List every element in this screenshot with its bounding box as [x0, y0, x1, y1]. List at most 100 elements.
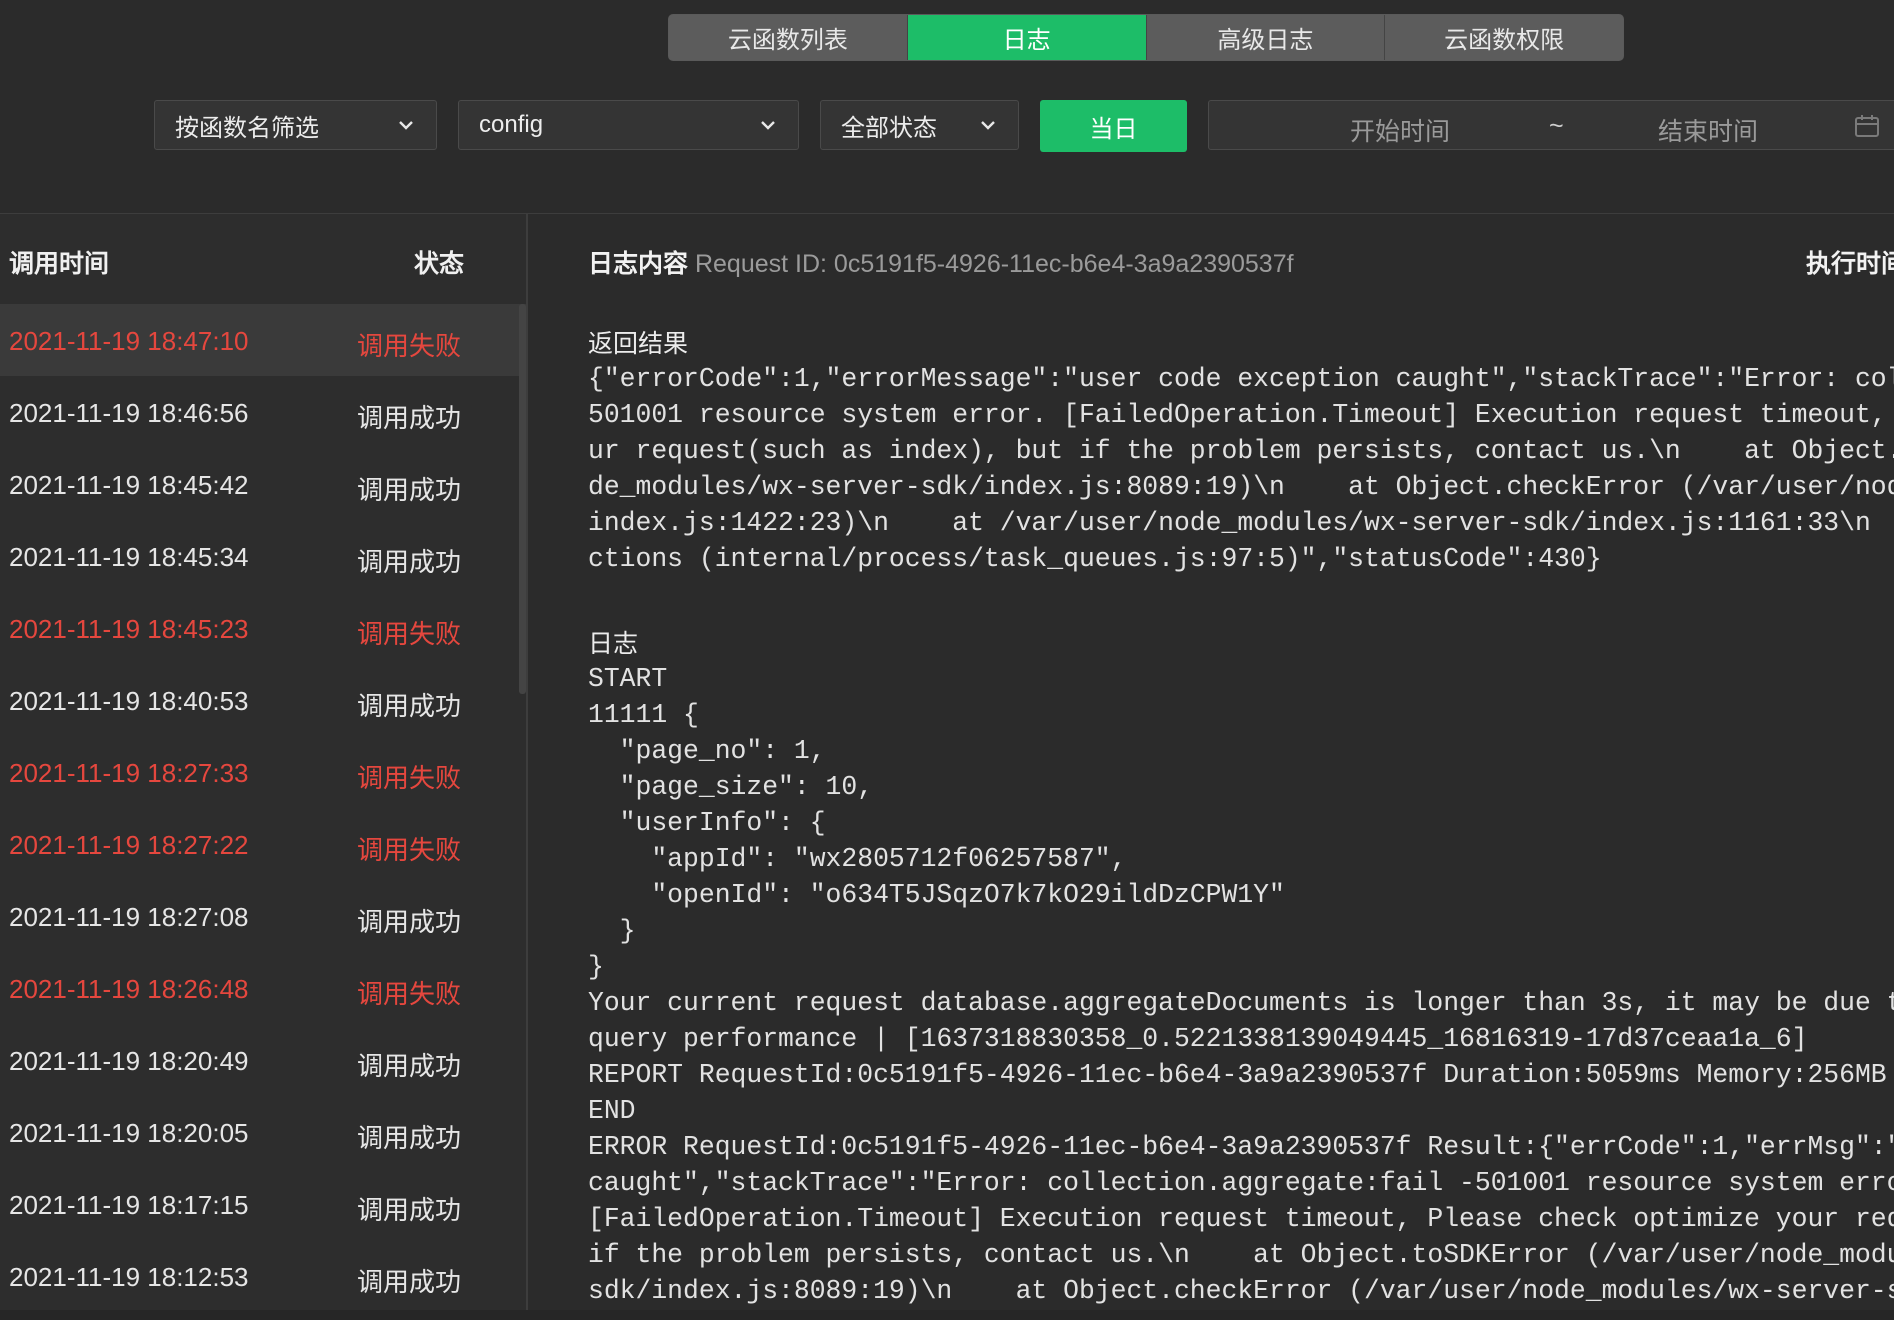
- function-name-select[interactable]: config: [458, 100, 799, 150]
- log-line: }: [588, 952, 604, 982]
- list-row[interactable]: 2021-11-19 18:27:22 调用失败: [0, 808, 526, 880]
- log-content-header: 日志内容 Request ID: 0c5191f5-4926-11ec-b6e4…: [588, 244, 1294, 280]
- row-time: 2021-11-19 18:45:34: [9, 542, 249, 572]
- row-status: 调用成功: [357, 1267, 462, 1297]
- row-status: 调用成功: [357, 1123, 462, 1153]
- row-status: 调用成功: [357, 1195, 462, 1225]
- row-time: 2021-11-19 18:12:53: [9, 1262, 249, 1292]
- log-line: ur request(such as index), but if the pr…: [588, 436, 1894, 466]
- end-time-placeholder[interactable]: 结束时间: [1658, 112, 1758, 148]
- start-time-placeholder[interactable]: 开始时间: [1350, 112, 1450, 148]
- list-row[interactable]: 2021-11-19 18:27:08 调用成功: [0, 880, 526, 952]
- function-name-label: config: [479, 111, 544, 138]
- row-time: 2021-11-19 18:45:23: [9, 614, 249, 644]
- list-row[interactable]: 2021-11-19 18:47:10 调用失败: [0, 304, 526, 376]
- row-time: 2021-11-19 18:45:42: [9, 470, 249, 500]
- log-line: [FailedOperation.Timeout] Execution requ…: [588, 1204, 1894, 1234]
- chevron-down-icon: [981, 121, 995, 130]
- row-status: 调用成功: [357, 1051, 462, 1081]
- invocation-list: 调用时间 状态 2021-11-19 18:47:10 调用失败 2021-11-1…: [0, 214, 526, 1310]
- row-time: 2021-11-19 18:20:49: [9, 1046, 249, 1076]
- log-line: "appId": "wx2805712f06257587",: [588, 844, 1127, 874]
- log-line: if the problem persists, contact us.\n a…: [588, 1240, 1894, 1270]
- tab-logs[interactable]: 日志: [907, 15, 1147, 60]
- exec-time-label: 执行时间: [1806, 250, 1894, 278]
- result-section-title: 返回结果: [588, 330, 689, 358]
- chevron-down-icon: [399, 121, 413, 130]
- today-button[interactable]: 当日: [1040, 100, 1187, 152]
- list-row[interactable]: 2021-11-19 18:20:49 调用成功: [0, 1024, 526, 1096]
- log-line: ERROR RequestId:0c5191f5-4926-11ec-b6e4-…: [588, 1132, 1894, 1162]
- row-status: 调用成功: [357, 475, 462, 505]
- row-time: 2021-11-19 18:46:56: [9, 398, 249, 428]
- row-status: 调用失败: [357, 763, 462, 793]
- row-time: 2021-11-19 18:26:48: [9, 974, 249, 1004]
- log-line: START: [588, 664, 668, 694]
- log-line: REPORT RequestId:0c5191f5-4926-11ec-b6e4…: [588, 1060, 1894, 1090]
- list-row[interactable]: 2021-11-19 18:40:53 调用成功: [0, 664, 526, 736]
- list-row[interactable]: 2021-11-19 18:12:53 调用成功: [0, 1240, 526, 1312]
- row-status: 调用成功: [357, 691, 462, 721]
- list-row[interactable]: 2021-11-19 18:45:23 调用失败: [0, 592, 526, 664]
- column-header-status: 状态: [414, 250, 465, 278]
- result-body: {"errorCode":1,"errorMessage":"user code…: [588, 361, 1894, 577]
- top-tabs: 云函数列表 日志 高级日志 云函数权限: [668, 14, 1624, 61]
- log-line: caught","stackTrace":"Error: collection.…: [588, 1168, 1894, 1198]
- row-status: 调用成功: [357, 547, 462, 577]
- log-line: 11111 {: [588, 700, 699, 730]
- bottom-edge: [0, 1310, 1894, 1320]
- status-select[interactable]: 全部状态: [820, 100, 1019, 150]
- filter-by-select[interactable]: 按函数名筛选: [154, 100, 437, 150]
- column-header-time: 调用时间: [9, 250, 110, 278]
- log-line: Your current request database.aggregateD…: [588, 988, 1894, 1018]
- log-content-panel: 日志内容 Request ID: 0c5191f5-4926-11ec-b6e4…: [528, 214, 1894, 1310]
- log-content-title: 日志内容: [588, 250, 689, 278]
- list-scrollbar[interactable]: [519, 304, 526, 694]
- log-line: sdk/index.js:8089:19)\n at Object.checkE…: [588, 1276, 1894, 1306]
- log-line: index.js:1422:23)\n at /var/user/node_mo…: [588, 508, 1871, 538]
- log-line: "userInfo": {: [588, 808, 826, 838]
- list-row[interactable]: 2021-11-19 18:46:56 调用成功: [0, 376, 526, 448]
- row-status: 调用成功: [357, 907, 462, 937]
- log-line: "openId": "o634T5JSqzO7k7kO29ildDzCPW1Y": [588, 880, 1285, 910]
- tab-advanced-logs[interactable]: 高级日志: [1147, 15, 1386, 60]
- page: 云函数列表 日志 高级日志 云函数权限 按函数名筛选 config 全部状态 当…: [0, 0, 1894, 1320]
- list-row[interactable]: 2021-11-19 18:20:05 调用成功: [0, 1096, 526, 1168]
- log-line: {"errorCode":1,"errorMessage":"user code…: [588, 364, 1894, 394]
- row-time: 2021-11-19 18:40:53: [9, 686, 249, 716]
- list-row[interactable]: 2021-11-19 18:27:33 调用失败: [0, 736, 526, 808]
- tab-function-list[interactable]: 云函数列表: [669, 15, 908, 60]
- calendar-icon[interactable]: [1854, 113, 1880, 139]
- list-row[interactable]: 2021-11-19 18:17:15 调用成功: [0, 1168, 526, 1240]
- row-time: 2021-11-19 18:27:08: [9, 902, 249, 932]
- log-body: START 11111 { "page_no": 1, "page_size": …: [588, 661, 1894, 1309]
- list-row[interactable]: 2021-11-19 18:45:34 调用成功: [0, 520, 526, 592]
- range-separator: ~: [1549, 112, 1564, 140]
- filter-by-label: 按函数名筛选: [175, 114, 319, 142]
- log-line: ctions (internal/process/task_queues.js:…: [588, 544, 1602, 574]
- list-row[interactable]: 2021-11-19 18:45:42 调用成功: [0, 448, 526, 520]
- filter-bar: 按函数名筛选 config 全部状态 当日 开始时间 ~ 结束时间: [0, 100, 1894, 152]
- date-range-picker[interactable]: 开始时间 ~ 结束时间: [1208, 100, 1894, 150]
- request-id: Request ID: 0c5191f5-4926-11ec-b6e4-3a9a…: [694, 250, 1294, 278]
- log-line: query performance | [1637318830358_0.522…: [588, 1024, 1808, 1054]
- status-label: 全部状态: [841, 114, 937, 142]
- row-status: 调用失败: [357, 979, 462, 1009]
- tab-function-permissions[interactable]: 云函数权限: [1385, 15, 1623, 60]
- row-time: 2021-11-19 18:47:10: [9, 326, 249, 356]
- row-status: 调用失败: [357, 835, 462, 865]
- log-line: de_modules/wx-server-sdk/index.js:8089:1…: [588, 472, 1894, 502]
- invocation-rows: 2021-11-19 18:47:10 调用失败 2021-11-19 18:46:…: [0, 304, 526, 1312]
- row-time: 2021-11-19 18:20:05: [9, 1118, 249, 1148]
- log-line: 501001 resource system error. [FailedOpe…: [588, 400, 1894, 430]
- row-time: 2021-11-19 18:17:15: [9, 1190, 249, 1220]
- row-time: 2021-11-19 18:27:33: [9, 758, 249, 788]
- log-line: END: [588, 1096, 636, 1126]
- log-line: "page_no": 1,: [588, 736, 826, 766]
- row-time: 2021-11-19 18:27:22: [9, 830, 249, 860]
- list-row[interactable]: 2021-11-19 18:26:48 调用失败: [0, 952, 526, 1024]
- row-status: 调用成功: [357, 403, 462, 433]
- log-line: }: [588, 916, 636, 946]
- log-line: "page_size": 10,: [588, 772, 874, 802]
- row-status: 调用失败: [357, 331, 462, 361]
